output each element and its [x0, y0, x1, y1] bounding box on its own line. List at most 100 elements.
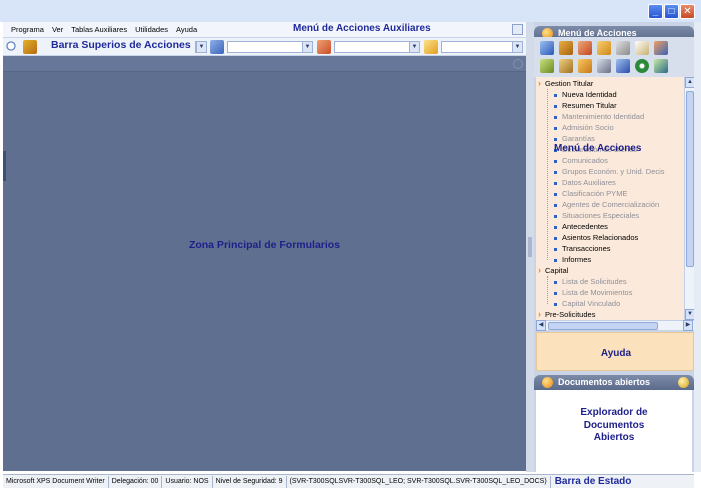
tree-item-label: Capital Vinculado [562, 299, 621, 308]
menu-bar: Programa Ver Tablas Auxiliares Utilidade… [3, 22, 526, 38]
tree-item[interactable]: Situaciones Especiales [554, 210, 639, 221]
tree-item[interactable]: Lista de Solicitudes [554, 276, 627, 287]
tree-item[interactable]: Clasificación PYME [554, 188, 627, 199]
tree-item-label: Garantías [562, 134, 595, 143]
search-icon[interactable] [5, 40, 19, 54]
tree-item-label: Resumen Titular [562, 101, 617, 110]
bullet-icon [554, 247, 557, 251]
main-zone-header [3, 56, 526, 72]
close-icon[interactable]: ✕ [680, 4, 695, 19]
panel-orb-icon [542, 377, 553, 388]
menubar-tool-icon[interactable] [512, 24, 523, 35]
main-form-zone[interactable]: Zona Principal de Formularios [3, 56, 526, 471]
chevron-right-icon[interactable]: › [538, 309, 541, 319]
books-icon[interactable] [654, 59, 668, 73]
user-icon[interactable] [559, 41, 573, 55]
menubar-annotation: Menú de Acciones Auxiliares [293, 23, 431, 34]
stamp-icon[interactable] [578, 41, 592, 55]
chevron-down-icon[interactable]: ▼ [409, 42, 419, 52]
status-annotation: Barra de Estado [554, 476, 632, 487]
bold-b-icon[interactable] [597, 59, 611, 73]
tree-item-label: Informes [562, 255, 592, 264]
tree-item[interactable]: Antecedentes [554, 221, 608, 232]
tree-item[interactable]: Grupos Económ. y Unid. Decis [554, 166, 665, 177]
maximize-icon[interactable]: □ [664, 4, 679, 19]
tree-item[interactable]: Mantenimiento Identidad [554, 111, 644, 122]
status-security-level: Nivel de Seguridad: 9 [213, 475, 287, 488]
help-area: Ayuda [536, 332, 694, 371]
notebook-icon[interactable] [540, 59, 554, 73]
tree-item[interactable]: Transacciones [554, 243, 611, 254]
printer-icon[interactable] [616, 41, 630, 55]
bullet-icon [554, 181, 557, 185]
tree-item[interactable]: Nueva Identidad [554, 89, 617, 100]
tree-item-label: Pre-Solicitudes [545, 310, 596, 319]
org-chart-icon[interactable] [654, 41, 668, 55]
tree-item-label: Capital [545, 266, 569, 275]
tree-group[interactable]: › Gestion Titular [538, 78, 593, 89]
tree-item-label: Nueva Identidad [562, 90, 617, 99]
tree-item[interactable]: Comunicados [554, 155, 608, 166]
chevron-down-icon[interactable]: ▼ [512, 42, 522, 52]
bullet-icon [554, 104, 557, 108]
tree-horizontal-scrollbar[interactable]: ◀ ▶ [536, 320, 694, 331]
chevron-down-icon[interactable]: ▼ [302, 42, 312, 52]
book-icon[interactable] [210, 40, 224, 54]
scroll-right-icon[interactable]: ▶ [683, 320, 693, 331]
tree-item-label: Agentes de Comercialización [562, 200, 660, 209]
toolbar-combo-4[interactable]: ▼ [441, 41, 523, 53]
menu-item-tablas-auxiliares[interactable]: Tablas Auxiliares [71, 25, 127, 34]
brush-icon[interactable] [559, 59, 573, 73]
tree-item[interactable]: Asientos Relacionados [554, 232, 638, 243]
tree-item[interactable]: Datos Auxiliares [554, 177, 616, 188]
chevron-down-icon[interactable]: ▼ [196, 42, 206, 52]
chevron-right-icon[interactable]: › [538, 265, 541, 275]
menu-item-ayuda[interactable]: Ayuda [176, 25, 197, 34]
tree-item-label: Admisión Socio [562, 123, 614, 132]
toolbar-combo-3[interactable]: ▼ [334, 41, 420, 53]
bullet-icon [554, 93, 557, 97]
splitter-grip-icon[interactable] [528, 237, 532, 257]
toolbar-combo-2[interactable]: ▼ [227, 41, 313, 53]
scroll-thumb[interactable] [686, 91, 694, 267]
id-card-icon[interactable] [540, 41, 554, 55]
tree-item-label: Antecedentes [562, 222, 608, 231]
action-toolbar: Barra Superios de Acciones ▼ ▼ ▼ ▼ [3, 38, 526, 56]
tree-item[interactable]: Capital Vinculado [554, 298, 620, 309]
calendar-icon[interactable] [616, 59, 630, 73]
status-connection: (SVR-T300SQLSVR-T300SQL_LEO; SVR-T300SQL… [287, 475, 551, 488]
hscroll-thumb[interactable] [548, 322, 658, 330]
tree-item[interactable]: Lista de Movimientos [554, 287, 632, 298]
toolbar-annotation: Barra Superios de Acciones [51, 39, 191, 51]
bullet-icon [554, 159, 557, 163]
document-icon[interactable] [635, 41, 649, 55]
toolbar-combo-1[interactable]: ▼ [195, 41, 207, 53]
tree-item[interactable]: Agentes de Comercialización [554, 199, 659, 210]
panel-splitter[interactable] [526, 22, 534, 472]
collapse-icon[interactable] [678, 377, 689, 388]
tree-item[interactable]: Informes [554, 254, 591, 265]
menu-item-programa[interactable]: Programa [11, 25, 44, 34]
menu-item-ver[interactable]: Ver [52, 25, 63, 34]
tree-vertical-scrollbar[interactable]: ▲ ▼ [684, 77, 695, 320]
user-card-icon[interactable] [23, 40, 37, 54]
bullet-icon [554, 192, 557, 196]
right-panel: Menú de Acciones › Gestion Titular Nueva I… [534, 22, 695, 472]
box-icon[interactable] [578, 59, 592, 73]
tree-group[interactable]: › Capital [538, 265, 568, 276]
tree-item-label: Lista de Solicitudes [562, 277, 627, 286]
pencil-icon[interactable] [317, 40, 331, 54]
zone-close-icon[interactable] [513, 59, 523, 69]
minimize-icon[interactable]: _ [648, 4, 663, 19]
tree-item[interactable]: Resumen Titular [554, 100, 617, 111]
menu-item-utilidades[interactable]: Utilidades [135, 25, 168, 34]
note-icon[interactable] [597, 41, 611, 55]
v-circle-icon[interactable] [635, 59, 649, 73]
scroll-left-icon[interactable]: ◀ [536, 320, 546, 331]
chevron-right-icon[interactable]: › [538, 78, 541, 88]
open-documents-explorer[interactable]: Explorador de Documentos Abiertos [536, 390, 692, 472]
tree-group[interactable]: › Pre-Solicitudes [538, 309, 595, 320]
folder-icon[interactable] [424, 40, 438, 54]
tree-item-label: Mantenimiento Identidad [562, 112, 645, 121]
tree-item[interactable]: Admisión Socio [554, 122, 614, 133]
